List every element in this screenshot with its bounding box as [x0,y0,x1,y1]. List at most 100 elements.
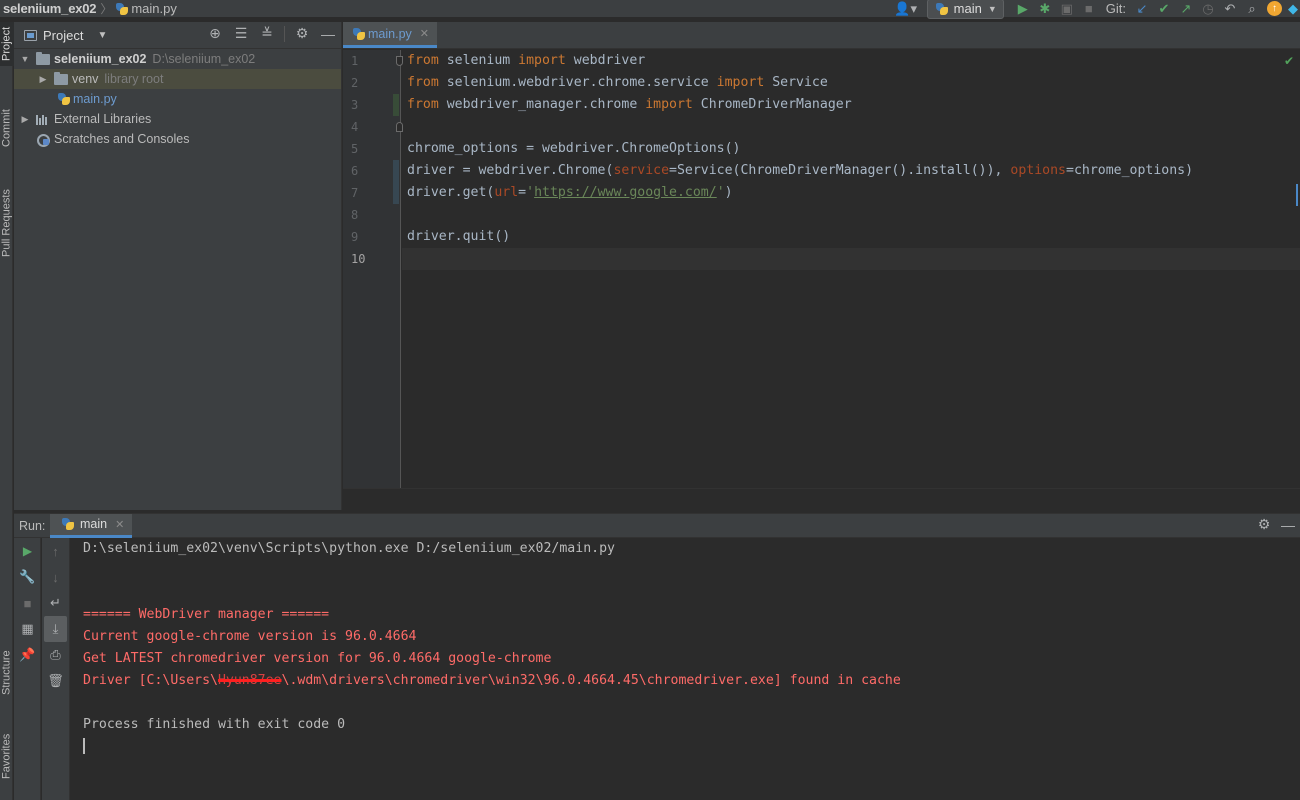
line-number: 6 [351,164,359,178]
divider [284,25,285,42]
console-line-empty [83,692,1300,714]
stop-icon[interactable]: ■ [1078,0,1100,17]
console-line-empty [83,582,1300,604]
run-primary-toolbar: ▶ 🔧 ■ ▦ 📌 [14,538,41,800]
code-line-1: from selenium import webdriver [402,50,1300,72]
gear-icon[interactable]: ⚙ [1252,516,1276,533]
rollback-icon[interactable]: ↶ [1219,0,1241,17]
console-output[interactable]: D:\seleniium_ex02\venv\Scripts\python.ex… [83,538,1300,800]
tab-commit[interactable]: Commit [0,100,14,156]
chevron-right-icon[interactable]: ▶ [36,74,50,85]
arrow-down-icon[interactable]: ↓ [42,564,69,590]
tree-item-venv[interactable]: ▶ venv library root [14,69,341,89]
python-file-icon [353,27,365,40]
breadcrumb-file[interactable]: main.py [116,1,177,16]
code-area[interactable]: from selenium import webdriver from sele… [402,50,1300,508]
layout-icon[interactable]: ▦ [14,616,41,642]
folder-icon [54,71,68,85]
tab-main-py[interactable]: main.py ✕ [343,22,437,48]
git-commit-icon[interactable]: ✔ [1153,0,1175,17]
code-text: =chrome_options) [1066,163,1194,178]
console-input-line[interactable] [83,736,1300,758]
vcs-change-marker[interactable] [393,94,399,116]
pin-icon[interactable]: 📌 [14,642,41,668]
console-line: ====== WebDriver manager ====== [83,607,330,622]
ide-logo-icon[interactable]: ◆ [1286,0,1300,17]
soft-wrap-icon[interactable]: ↵ [42,590,69,616]
close-icon[interactable]: ✕ [420,27,429,40]
tree-item-root[interactable]: ▼ seleniium_ex02 D:\seleniium_ex02 [14,49,341,69]
tree-item-main-py[interactable]: main.py [14,89,341,109]
keyword: import [716,75,765,90]
text-cursor [83,738,85,754]
line-number: 2 [351,76,359,90]
code-line-5: chrome_options = webdriver.ChromeOptions… [407,141,741,156]
tab-favorites[interactable]: Favorites [0,722,14,790]
tab-structure[interactable]: Structure [0,640,14,706]
keyword: import [645,97,693,112]
history-icon[interactable]: ◷ [1197,0,1219,17]
console-line: Process finished with exit code 0 [83,717,346,732]
code-line-9: driver.quit() [407,229,511,244]
scroll-to-end-icon[interactable]: ⤓ [44,616,67,642]
editor-horizontal-scrollbar[interactable] [343,488,1300,510]
close-icon[interactable]: ✕ [115,518,124,531]
code-text: ) [724,185,733,200]
breadcrumb-project[interactable]: seleniium_ex02 [0,1,97,16]
run-configuration-select[interactable]: main ▼ [926,0,1004,19]
main-toolbar: 👤▾ main ▼ ▶ ✱ ▣ ■ Git: ↙ ✔ ↗ ◷ ↶ ⌕ ↑ ◆ [891,0,1300,19]
collapse-all-icon[interactable]: ≚ [254,25,280,42]
error-stripe-marker[interactable] [1296,184,1298,206]
run-tab-main[interactable]: main ✕ [50,513,133,538]
print-icon[interactable]: ⎙ [42,642,69,668]
git-update-icon[interactable]: ↙ [1131,0,1153,17]
chevron-down-icon[interactable]: ▼ [97,30,107,41]
keyword: from [407,75,439,90]
search-icon[interactable]: ⌕ [1241,0,1263,17]
stop-icon[interactable]: ■ [14,590,41,616]
rerun-icon[interactable]: ▶ [14,538,41,564]
keyword: from [407,97,439,112]
update-icon[interactable]: ↑ [1267,1,1282,16]
code-line-2: from selenium.webdriver.chrome.service i… [402,72,1300,94]
tab-main-py-label: main.py [368,26,412,41]
chevron-right-icon[interactable]: ▶ [18,114,32,125]
arrow-up-icon[interactable]: ↑ [42,538,69,564]
expand-all-icon[interactable]: ☰ [228,25,254,42]
hide-icon[interactable]: — [1276,516,1300,533]
tab-commit-label: Commit [0,109,13,147]
tree-item-root-label: seleniium_ex02 [54,52,147,66]
tab-project[interactable]: Project [0,22,14,66]
line-number: 3 [351,98,359,112]
chevron-down-icon[interactable]: ▼ [18,54,32,64]
run-icon[interactable]: ▶ [1012,0,1034,17]
navigation-bar: seleniium_ex02 〉 main.py 👤▾ main ▼ ▶ ✱ ▣… [0,0,1300,19]
url-link[interactable]: https://www.google.com/ [534,185,717,200]
locate-file-icon[interactable]: ⊕ [202,25,228,42]
tree-item-scratches[interactable]: Scratches and Consoles [14,129,341,149]
left-tool-strip: Project Commit Pull Requests Structure F… [0,22,14,800]
keyword: from [407,53,439,68]
tab-pull-requests[interactable]: Pull Requests [0,180,14,266]
tree-item-venv-hint: library root [104,72,164,86]
tree-item-scratches-label: Scratches and Consoles [54,132,190,146]
trash-icon[interactable]: 🗑 [42,668,69,694]
user-accounts-icon[interactable]: 👤▾ [891,0,921,17]
project-panel-title[interactable]: Project [43,28,83,43]
tree-item-external-libraries[interactable]: ▶ External Libraries [14,109,341,129]
named-param: url [494,185,519,200]
tab-pull-requests-label: Pull Requests [0,189,13,257]
inspection-ok-icon[interactable]: ✔ [1284,54,1294,68]
coverage-icon[interactable]: ▣ [1056,0,1078,17]
scratches-icon [36,133,50,147]
git-push-icon[interactable]: ↗ [1175,0,1197,17]
hide-icon[interactable]: — [315,25,341,42]
vcs-change-marker[interactable] [393,160,399,204]
debug-icon[interactable]: ✱ [1034,0,1056,17]
console-line: Current google-chrome version is 96.0.46… [83,629,417,644]
wrench-icon[interactable]: 🔧 [14,564,41,590]
line-number: 10 [351,252,366,266]
folder-icon [36,51,50,65]
gear-icon[interactable]: ⚙ [289,25,315,42]
